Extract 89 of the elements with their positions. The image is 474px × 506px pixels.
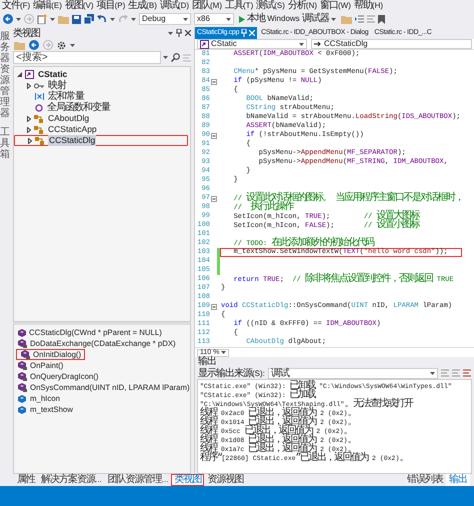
undo-icon[interactable] — [97, 14, 107, 24]
expand-arrow-icon[interactable] — [27, 126, 31, 132]
method-icon — [18, 339, 27, 348]
panel-tab[interactable]: 解决方案资源... — [38, 474, 105, 486]
tree-item[interactable]: 宏和常量 — [47, 91, 85, 102]
pin-icon[interactable] — [176, 29, 182, 37]
caret-icon[interactable] — [131, 18, 136, 20]
tree-item[interactable]: 全局函数和变量 — [46, 102, 111, 113]
menu-item[interactable]: 团队(M) — [192, 0, 222, 11]
caret-icon[interactable] — [430, 372, 435, 374]
tree-item[interactable]: 映射 — [47, 80, 67, 91]
tree-item[interactable]: CStatic — [37, 69, 68, 80]
search-field[interactable]: <搜索> — [13, 51, 161, 64]
debugger-button[interactable]: 本地 Windows 调试器 — [237, 13, 338, 25]
tree-item[interactable]: CCStaticDlg — [48, 135, 96, 146]
tree-item[interactable]: CCStaticApp — [47, 124, 98, 135]
expand-arrow-icon[interactable] — [27, 116, 31, 122]
menu-item[interactable]: 视图(V) — [64, 0, 94, 11]
side-tab[interactable]: 工具箱 — [0, 127, 10, 160]
menu-item[interactable]: 工具(T) — [225, 0, 254, 11]
caret-icon[interactable] — [110, 18, 115, 20]
save-all-icon[interactable] — [84, 14, 94, 24]
field-icon — [18, 394, 27, 402]
key-icon — [34, 82, 44, 88]
expand-arrow-icon[interactable] — [27, 82, 31, 88]
back-icon[interactable] — [29, 40, 39, 50]
caret-icon[interactable] — [183, 18, 188, 20]
bookmark-icon[interactable] — [378, 14, 385, 24]
panel-title: 输出 — [198, 357, 216, 366]
collapse-icon[interactable] — [210, 132, 216, 138]
indent-icon[interactable] — [354, 15, 364, 23]
search-icon[interactable] — [171, 53, 180, 62]
panel-title: 类视图 — [13, 26, 41, 40]
panel-tab[interactable]: 资源视图 — [204, 474, 246, 486]
method-icon — [18, 372, 27, 381]
back-icon[interactable] — [3, 14, 13, 24]
source-dropdown[interactable]: 调试 — [268, 368, 438, 378]
macro-icon — [35, 93, 44, 100]
scope-dropdown[interactable]: CStatic — [197, 39, 307, 49]
platform-dropdown[interactable]: x86 — [194, 13, 234, 25]
field-icon — [18, 406, 27, 414]
menu-item[interactable]: 分析(N) — [288, 0, 318, 11]
collapse-icon[interactable] — [210, 196, 216, 202]
caret-icon[interactable] — [50, 18, 55, 20]
settings-icon[interactable] — [57, 40, 66, 50]
tree-item[interactable]: CAboutDlg — [47, 113, 90, 124]
menu-item[interactable]: 帮助(H) — [354, 0, 384, 11]
class-icon — [34, 126, 44, 134]
caret-icon[interactable] — [168, 32, 173, 34]
menu-item[interactable]: 调试(D) — [160, 0, 190, 11]
caret-icon[interactable] — [221, 351, 226, 354]
configuration-dropdown[interactable]: Debug — [139, 13, 191, 25]
method-icon — [18, 383, 27, 392]
caret-icon[interactable] — [330, 18, 336, 20]
panel-tab[interactable]: 输出 — [446, 474, 470, 486]
side-tab[interactable]: 服务器资源管理器 — [0, 31, 10, 119]
menu-item[interactable]: 编辑(E) — [33, 0, 62, 11]
pin-icon[interactable] — [241, 29, 248, 37]
menu-item[interactable]: 项目(P) — [96, 0, 126, 11]
source-label: 显示输出来源(S): — [198, 366, 265, 380]
close-icon[interactable] — [185, 30, 191, 36]
panel-tab[interactable]: 属性 — [14, 474, 38, 486]
new-project-icon[interactable] — [37, 14, 47, 24]
panel-tab[interactable]: 类视图 — [171, 474, 204, 486]
method-icon — [18, 328, 26, 336]
save-icon[interactable] — [72, 14, 81, 24]
global-icon — [35, 104, 43, 112]
expand-arrow-icon[interactable] — [28, 138, 32, 144]
caret-icon[interactable] — [163, 56, 168, 59]
project-icon — [25, 70, 34, 79]
menu-item[interactable]: 生成(B) — [128, 0, 157, 11]
collapse-icon[interactable] — [210, 78, 216, 84]
caret-icon[interactable] — [299, 42, 304, 46]
lines-icon[interactable] — [463, 369, 471, 377]
arrow-icon — [314, 41, 322, 47]
method-icon — [21, 350, 30, 359]
caret-icon[interactable] — [226, 18, 231, 20]
class-icon — [35, 136, 45, 144]
member-dropdown[interactable]: CCStaticDlg — [311, 39, 472, 49]
class-icon — [34, 114, 44, 122]
play-icon — [239, 16, 245, 22]
caret-icon[interactable] — [70, 44, 75, 46]
panel-tab[interactable]: 团队资源管理... — [104, 474, 172, 486]
caret-icon[interactable] — [16, 18, 21, 20]
expand-arrow-icon[interactable] — [17, 72, 22, 77]
panel-tab[interactable]: 错误列表 — [404, 474, 446, 486]
menu-item[interactable]: 测试(S) — [256, 0, 285, 11]
method-icon — [18, 361, 27, 370]
collapse-icon[interactable] — [210, 304, 216, 310]
